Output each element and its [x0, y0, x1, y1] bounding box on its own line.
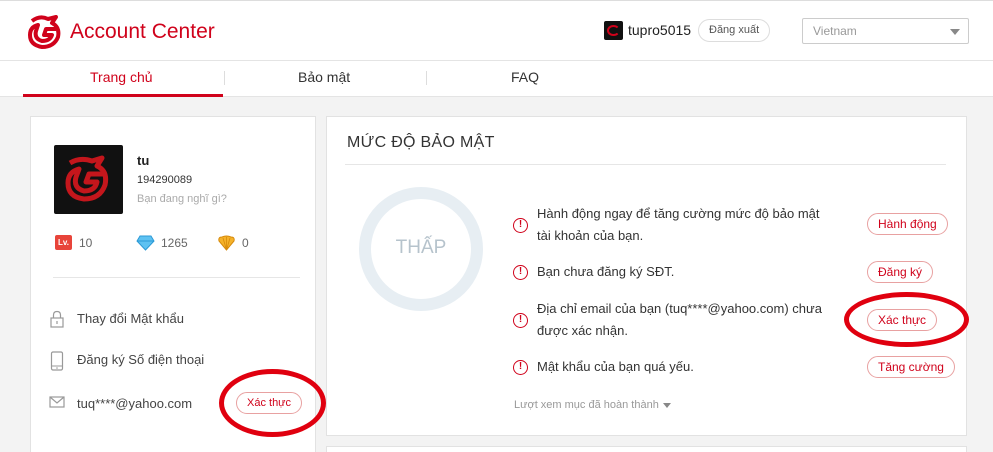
tab-divider — [426, 71, 427, 85]
brand-title[interactable]: Account Center — [70, 20, 215, 44]
tab-security[interactable]: Bảo mật — [298, 69, 350, 85]
security-item-line: được xác nhận. — [537, 323, 628, 338]
security-level-label: THẤP — [395, 237, 447, 258]
profile-uid: 194290089 — [137, 174, 193, 186]
security-item-text: Bạn chưa đăng ký SĐT. — [537, 264, 675, 279]
diamond-count: 1265 — [161, 236, 188, 250]
region-select[interactable]: Vietnam — [802, 18, 969, 44]
strengthen-password-button[interactable]: Tăng cường — [867, 356, 955, 378]
security-item-line: tài khoản của bạn. — [537, 228, 644, 243]
region-select-value: Vietnam — [813, 24, 857, 38]
top-bar: Account Center tupro5015 Đăng xuất Vietn… — [0, 0, 993, 60]
view-completed-toggle[interactable]: Lượt xem mục đã hoàn thành — [514, 399, 671, 411]
mail-icon — [49, 396, 65, 408]
menu-email-label: tuq****@yahoo.com — [77, 396, 193, 411]
shell-count: 0 — [242, 236, 249, 250]
divider — [53, 277, 300, 278]
menu-register-phone-label: Đăng ký Số điện thoại — [77, 352, 205, 367]
security-item-text: Địa chỉ email của bạn (tuq****@yahoo.com… — [537, 298, 822, 342]
main-nav: Trang chủ Bảo mật FAQ — [0, 60, 993, 97]
level-value: 10 — [79, 236, 93, 250]
active-tab-indicator — [23, 94, 223, 97]
annotation-circle — [844, 292, 969, 347]
annotation-circle — [219, 369, 326, 437]
tab-divider — [224, 71, 225, 85]
garena-logo-icon[interactable] — [26, 15, 64, 49]
diamond-icon — [136, 235, 155, 251]
menu-change-password-label: Thay đổi Mật khẩu — [77, 311, 184, 326]
security-title: MỨC ĐỘ BẢO MẬT — [347, 134, 495, 151]
logout-button[interactable]: Đăng xuất — [698, 19, 771, 42]
chevron-down-icon — [950, 29, 960, 35]
security-item-line: Địa chỉ email của bạn (tuq****@yahoo.com… — [537, 301, 822, 316]
profile-name: tu — [137, 153, 150, 168]
divider — [345, 164, 946, 165]
tab-home[interactable]: Trang chủ — [90, 69, 153, 85]
register-phone-button[interactable]: Đăng ký — [867, 261, 934, 283]
user-avatar[interactable] — [604, 21, 623, 40]
warning-icon: ! — [513, 313, 528, 328]
tab-faq[interactable]: FAQ — [511, 69, 539, 85]
warning-icon: ! — [513, 265, 528, 280]
warning-icon: ! — [513, 360, 528, 375]
level-badge-icon: Lv. — [55, 235, 72, 250]
security-card: MỨC ĐỘ BẢO MẬT THẤP ! Hành động ngay để … — [326, 116, 967, 436]
security-item-text: Hành động ngay để tăng cường mức độ bảo … — [537, 203, 820, 247]
view-completed-label: Lượt xem mục đã hoàn thành — [514, 399, 659, 411]
profile-avatar[interactable] — [54, 145, 123, 214]
caret-down-icon — [662, 402, 671, 408]
status-input[interactable]: Bạn đang nghĩ gì? — [137, 193, 227, 205]
shell-icon — [218, 235, 235, 251]
action-button[interactable]: Hành động — [867, 213, 948, 235]
phone-icon — [50, 351, 64, 371]
next-card — [326, 446, 967, 452]
security-item-text: Mật khẩu của bạn quá yếu. — [537, 359, 694, 374]
security-item-line: Hành động ngay để tăng cường mức độ bảo … — [537, 206, 820, 221]
garena-avatar-icon — [65, 155, 109, 202]
warning-icon: ! — [513, 218, 528, 233]
username[interactable]: tupro5015 — [628, 22, 691, 38]
lock-icon — [50, 310, 64, 328]
